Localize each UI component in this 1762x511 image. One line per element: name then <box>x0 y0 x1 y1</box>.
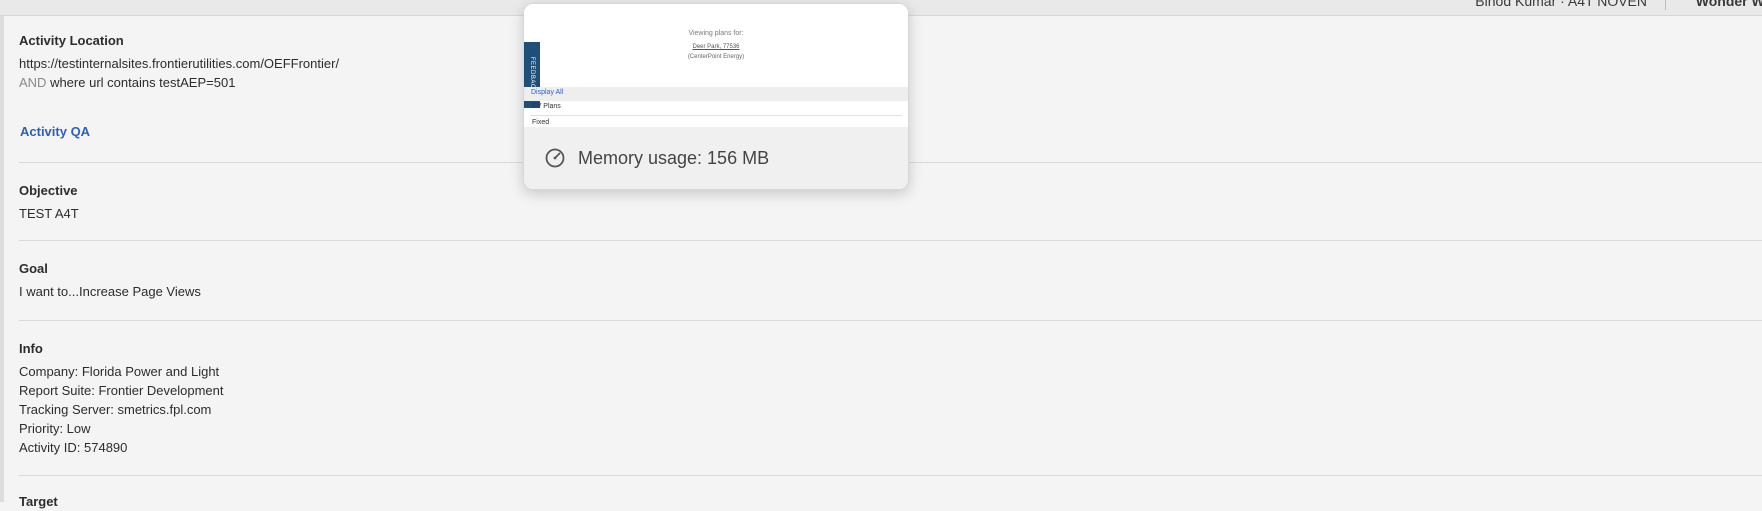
user-name[interactable]: Binod Kumar · A4T NOVEN <box>1475 0 1647 9</box>
memory-usage-text: Memory usage: 156 MB <box>578 148 770 168</box>
section-title: Objective <box>19 183 78 198</box>
memory-usage-bar: Memory usage: 156 MB <box>524 127 908 189</box>
thumb-row-ev-plans: EV Plans <box>532 103 561 110</box>
condition-keyword: AND <box>19 75 47 90</box>
section-title: Goal <box>19 261 48 276</box>
thumb-provider: (CenterPoint Energy) <box>687 54 745 60</box>
info-section: Info Company: Florida Power and Light Re… <box>19 340 223 457</box>
thumb-zip: Deer Park, 77536 <box>692 44 740 50</box>
info-tracking-server: Tracking Server: smetrics.fpl.com <box>19 402 212 417</box>
section-title: Info <box>19 341 43 356</box>
condition-text: where url contains testAEP=501 <box>46 75 236 90</box>
info-report-suite: Report Suite: Frontier Development <box>19 383 224 398</box>
divider <box>19 240 1762 241</box>
left-rail <box>0 0 4 502</box>
objective-value: TEST A4T <box>19 206 79 221</box>
divider <box>19 475 1762 476</box>
tab-preview-popup: Viewing plans for: Deer Park, 77536 (Cen… <box>523 3 909 190</box>
org-name[interactable]: Wonder Wa <box>1696 0 1762 9</box>
section-title: Activity Location <box>19 33 124 48</box>
info-company: Company: Florida Power and Light <box>19 364 220 379</box>
page-thumbnail: Viewing plans for: Deer Park, 77536 (Cen… <box>524 4 908 127</box>
thumb-row-display-all: Display All <box>524 87 908 101</box>
divider <box>19 320 1762 321</box>
activity-location-section: Activity Location https://testinternalsi… <box>19 32 339 92</box>
goal-section: Goal I want to...Increase Page Views <box>19 260 201 301</box>
gauge-icon <box>545 148 565 168</box>
activity-condition: AND where url contains testAEP=501 <box>19 73 339 92</box>
activity-url: https://testinternalsites.frontierutilit… <box>19 56 340 71</box>
goal-value: I want to...Increase Page Views <box>19 284 201 299</box>
next-section-title: Target <box>19 494 58 509</box>
thumb-row-divider <box>530 115 902 116</box>
info-activity-id: Activity ID: 574890 <box>19 440 128 455</box>
thumb-row-label: Display All <box>531 89 564 96</box>
activity-qa-link[interactable]: Activity QA <box>20 123 90 141</box>
thumb-heading: Viewing plans for: <box>688 30 744 37</box>
objective-section: Objective TEST A4T <box>19 182 79 223</box>
thumb-row-third: Fixed <box>532 119 550 126</box>
info-priority: Priority: Low <box>19 421 91 436</box>
topbar-divider <box>1665 0 1666 10</box>
